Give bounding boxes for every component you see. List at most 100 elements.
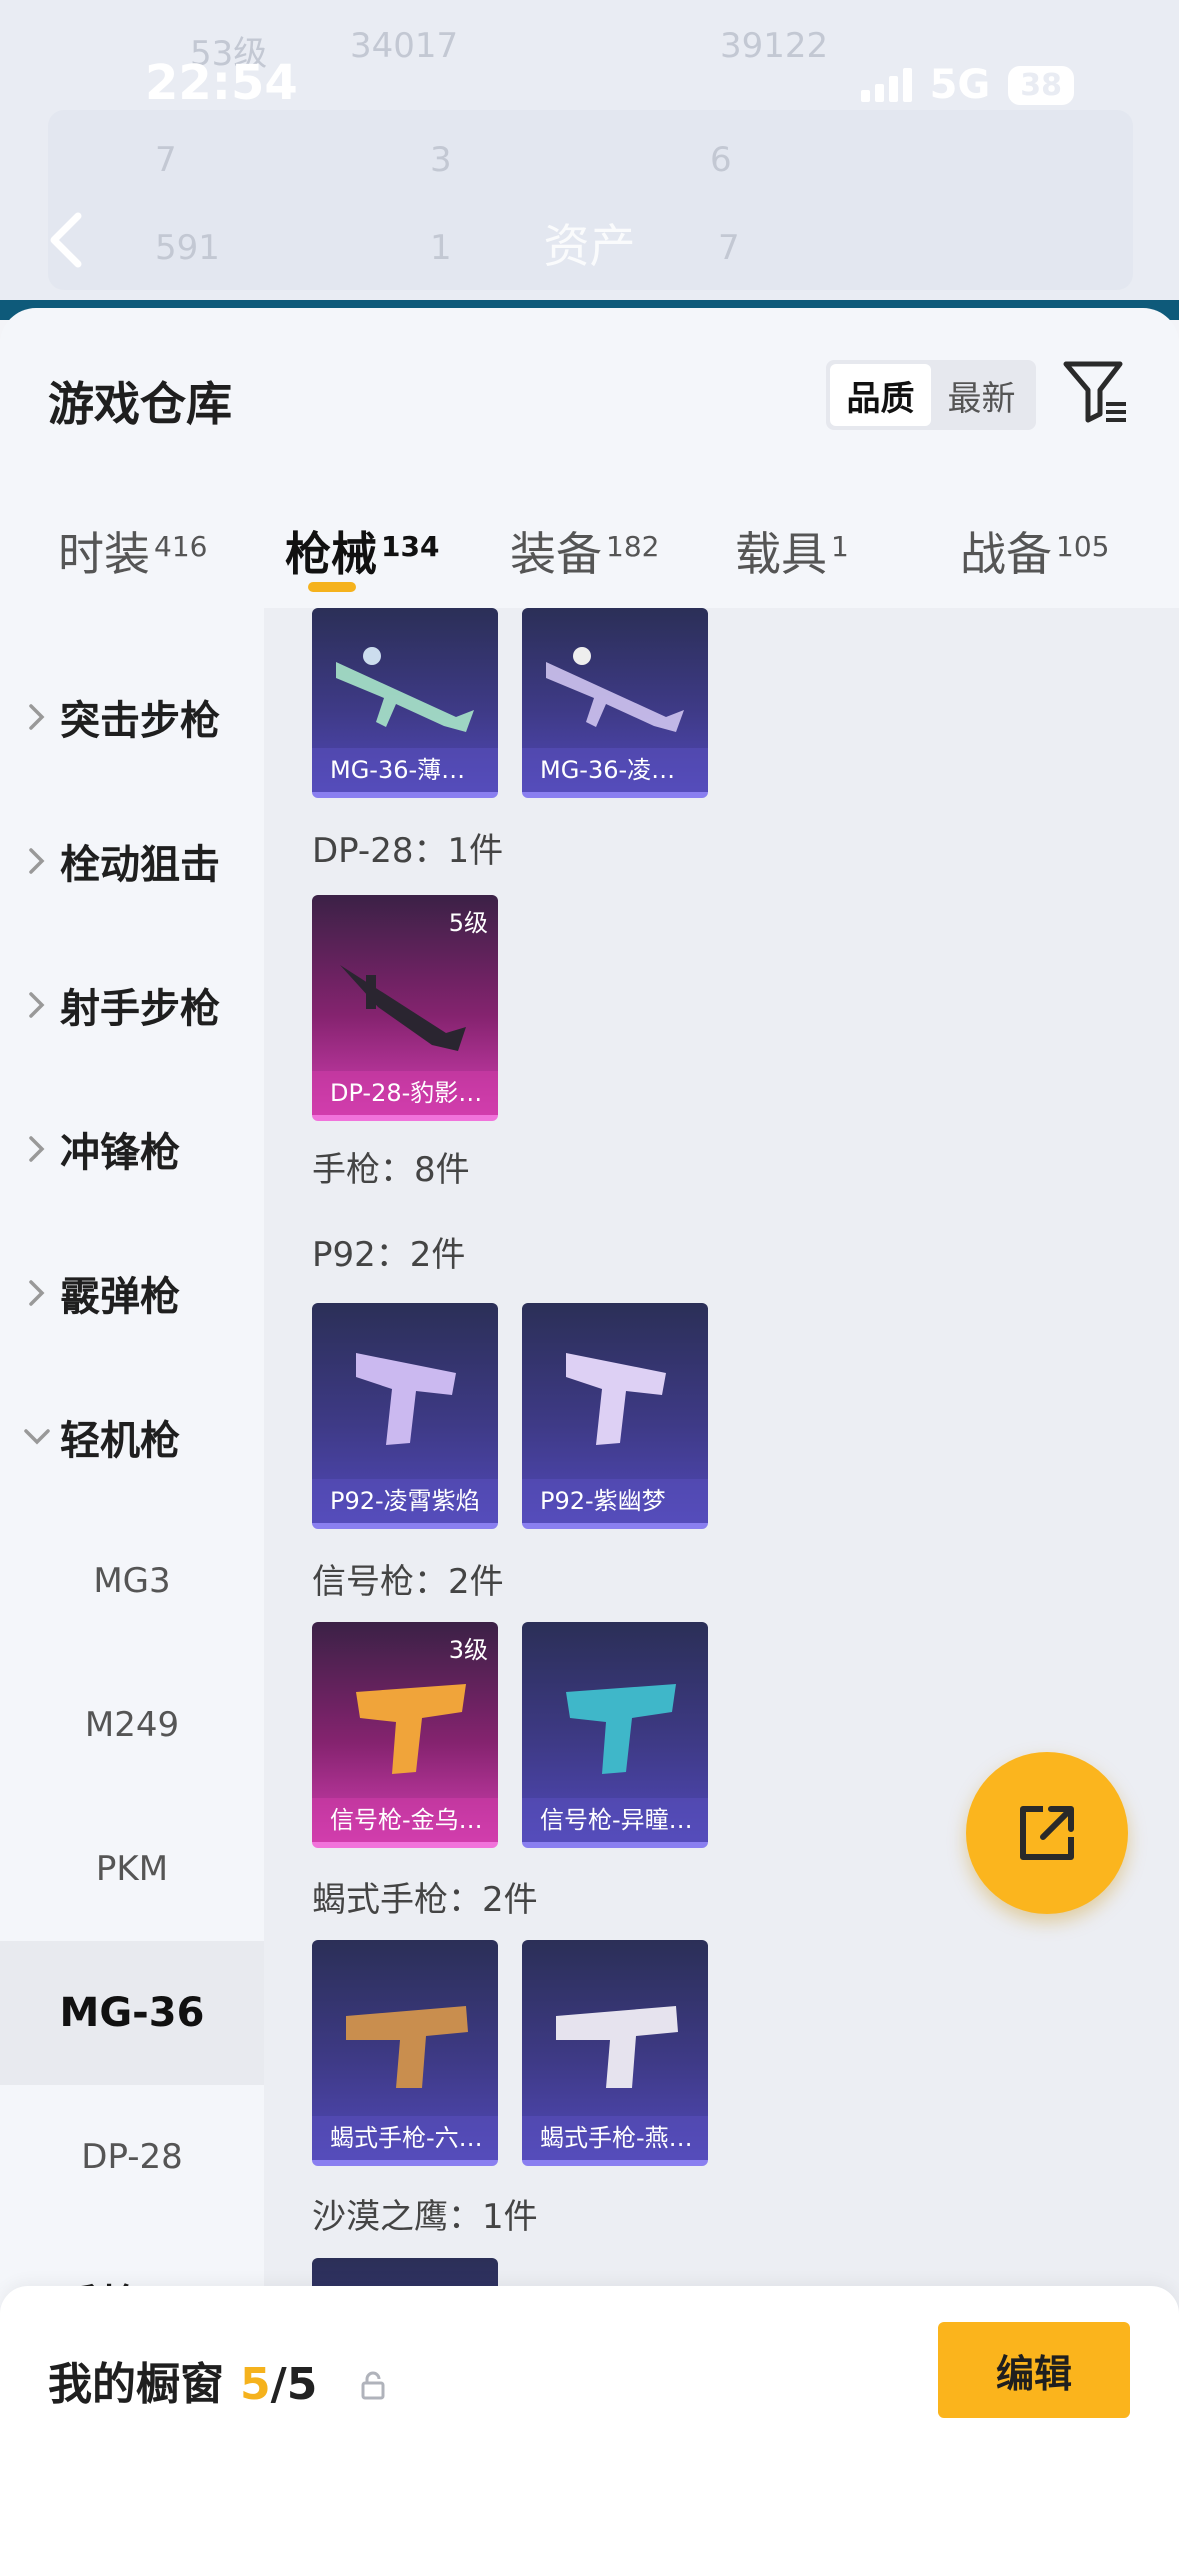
sidebar-item-marksman-rifle[interactable]: 射手步枪 (0, 933, 264, 1077)
sidebar-item-label: 霰弹枪 (60, 1274, 180, 1320)
sidebar-item-label: 冲锋枪 (60, 1130, 180, 1176)
machine-pistol-icon (346, 2006, 468, 2088)
flare-gun-icon (566, 1684, 676, 1774)
weapon-name: 蝎式手枪-六… (312, 2116, 498, 2160)
sidebar-item-lmg[interactable]: 轻机枪 (0, 1365, 264, 1509)
weapon-name: P92-紫幽梦 (522, 1479, 708, 1523)
weapon-card[interactable]: MG-36-凌… (522, 608, 708, 798)
weapon-card[interactable]: P92-紫幽梦 (522, 1303, 708, 1529)
edit-button[interactable]: 编辑 (938, 2322, 1130, 2418)
pistol-icon (566, 1353, 666, 1445)
weapon-name: 信号枪-金乌… (312, 1798, 498, 1842)
weapon-name: DP-28-豹影… (312, 1071, 498, 1115)
sidebar-item-shotgun[interactable]: 霰弹枪 (0, 1221, 264, 1365)
weapon-card[interactable]: MG-36-薄… (312, 608, 498, 798)
chevron-right-icon (20, 700, 54, 734)
machine-pistol-icon (556, 2006, 678, 2088)
active-tab-indicator (308, 582, 356, 592)
weapon-name: MG-36-薄… (312, 748, 498, 792)
chevron-down-icon (20, 1420, 54, 1454)
signal-icon (860, 68, 912, 102)
weapon-name: 蝎式手枪-燕… (522, 2116, 708, 2160)
sidebar-subitem-mg3[interactable]: MG3 (0, 1509, 264, 1653)
group-label: DP-28：1件 (312, 831, 504, 871)
tab-label: 战备 (960, 527, 1052, 581)
tab-label: 载具 (735, 527, 827, 581)
tab-label: 装备 (510, 527, 602, 581)
showcase-count: 5/5 (240, 2359, 317, 2410)
showcase-title-row: 我的橱窗 5/5 (48, 2348, 317, 2412)
weapon-category-sidebar: 突击步枪 栓动狙击 射手步枪 冲锋枪 霰弹枪 轻机枪 MG3 M249 PKM … (0, 608, 264, 2556)
faded-stat: 34017 (350, 26, 459, 66)
showcase-title: 我的橱窗 (48, 2359, 224, 2410)
sidebar-item-label: 突击步枪 (60, 698, 220, 744)
sidebar-subitem-m249[interactable]: M249 (0, 1653, 264, 1797)
level-badge: 5级 (448, 909, 488, 937)
share-export-button[interactable] (966, 1752, 1128, 1914)
sidebar-item-bolt-sniper[interactable]: 栓动狙击 (0, 789, 264, 933)
faded-stat: 7 (155, 140, 177, 180)
group-label: P92：2件 (312, 1235, 466, 1275)
tab-fashion[interactable]: 时装 416 (58, 518, 207, 584)
warehouse-sheet: 游戏仓库 品质 最新 时装 416 枪械 134 装备 182 载具 1 战备 105 (0, 308, 1179, 2556)
battery-icon: 38 (1008, 65, 1074, 105)
sidebar-item-assault-rifle[interactable]: 突击步枪 (0, 645, 264, 789)
share-export-icon (1020, 1806, 1074, 1860)
weapon-name: P92-凌霄紫焰 (312, 1479, 498, 1523)
group-label: 信号枪：2件 (312, 1562, 504, 1602)
weapon-name: MG-36-凌… (522, 748, 708, 792)
sort-newest-button[interactable]: 最新 (931, 364, 1032, 426)
weapon-list: MG-36-薄… MG-36-凌… DP-28：1件 5级 DP-28-豹影… … (264, 608, 1179, 2556)
tab-vehicles[interactable]: 载具 1 (735, 518, 849, 584)
group-label: 蝎式手枪：2件 (312, 1880, 538, 1920)
faded-stat: 3 (430, 140, 452, 180)
showcase-count-total: 5 (286, 2359, 318, 2410)
weapon-card[interactable]: 5级 DP-28-豹影… (312, 895, 498, 1121)
sort-quality-button[interactable]: 品质 (830, 364, 931, 426)
tab-count: 1 (831, 530, 849, 563)
weapon-card[interactable]: 3级 信号枪-金乌… (312, 1622, 498, 1848)
tab-label: 枪械 (285, 527, 377, 581)
flare-gun-icon (356, 1684, 466, 1774)
tab-count: 182 (606, 530, 660, 563)
sidebar-item-smg[interactable]: 冲锋枪 (0, 1077, 264, 1221)
weapon-card[interactable]: 蝎式手枪-六… (312, 1940, 498, 2166)
tab-equipment[interactable]: 装备 182 (510, 518, 659, 584)
showcase-count-sep: / (270, 2359, 287, 2410)
rifle-icon (336, 647, 474, 732)
weapon-name: 信号枪-异瞳… (522, 1798, 708, 1842)
sidebar-item-label: 射手步枪 (60, 986, 220, 1032)
group-label: 手枪：8件 (312, 1150, 470, 1190)
page-title: 资产 (543, 219, 636, 273)
level-badge: 3级 (448, 1636, 488, 1664)
chevron-right-icon (20, 988, 54, 1022)
showcase-count-current: 5 (240, 2359, 271, 2410)
pistol-icon (356, 1353, 456, 1445)
sidebar-subitem-pkm[interactable]: PKM (0, 1797, 264, 1941)
showcase-bar: 我的橱窗 5/5 编辑 (0, 2286, 1179, 2556)
chevron-right-icon (20, 1276, 54, 1310)
sort-toggle: 品质 最新 (826, 360, 1036, 430)
sidebar-subitem-dp28[interactable]: DP-28 (0, 2085, 264, 2229)
faded-stat: 6 (710, 140, 732, 180)
tab-label: 时装 (58, 527, 150, 581)
lmg-icon (340, 965, 466, 1051)
weapon-card[interactable]: 信号枪-异瞳… (522, 1622, 708, 1848)
category-tabs: 时装 416 枪械 134 装备 182 载具 1 战备 105 (0, 498, 1179, 608)
tab-count: 105 (1056, 530, 1110, 563)
chevron-right-icon (20, 844, 54, 878)
sidebar-subitem-mg36[interactable]: MG-36 (0, 1941, 264, 2085)
tab-supplies[interactable]: 战备 105 (960, 518, 1109, 584)
weapon-card[interactable]: P92-凌霄紫焰 (312, 1303, 498, 1529)
weapon-card[interactable]: 蝎式手枪-燕… (522, 1940, 708, 2166)
sidebar-item-label: 轻机枪 (60, 1418, 180, 1464)
tab-count: 134 (381, 530, 440, 563)
sidebar-item-label: 栓动狙击 (60, 842, 220, 888)
tab-firearms[interactable]: 枪械 134 (285, 518, 439, 584)
filter-icon[interactable] (1062, 358, 1130, 428)
rifle-icon (546, 647, 684, 732)
chevron-right-icon (20, 1132, 54, 1166)
faded-stat: 39122 (720, 26, 829, 66)
lock-icon (358, 2370, 388, 2400)
tab-count: 416 (154, 530, 208, 563)
